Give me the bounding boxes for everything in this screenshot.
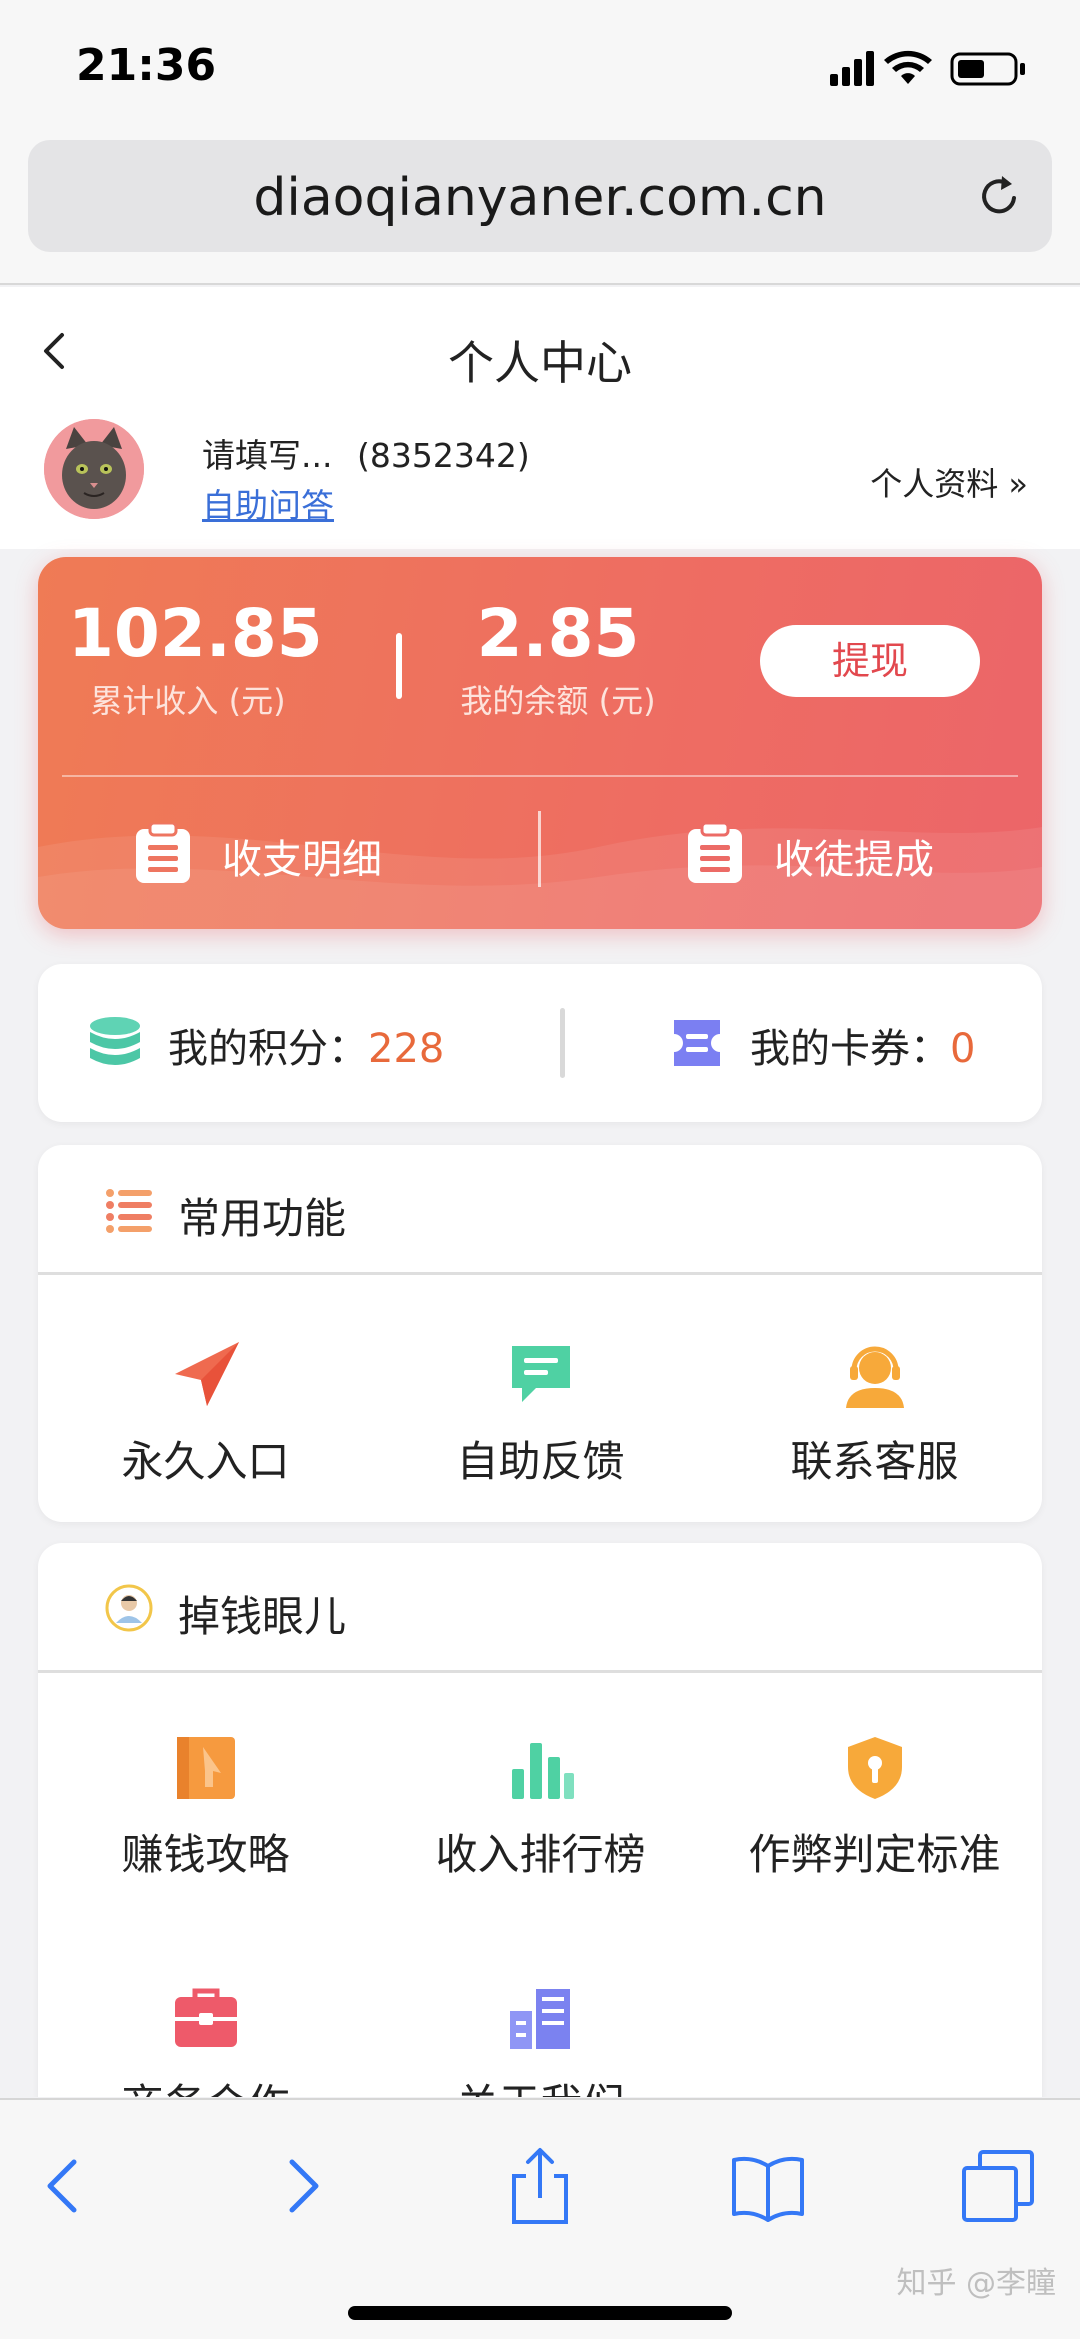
diaoqianyaner-section: 掉钱眼儿 赚钱攻略 收入排行榜 作弊判定标准 xyxy=(38,1543,1042,2097)
income-detail-label: 收支明细 xyxy=(222,837,382,883)
business-cooperation-item[interactable]: 商务合作 xyxy=(38,1983,373,2097)
browser-address-area: diaoqianyaner.com.cn xyxy=(0,130,1080,285)
balance-label: 我的余额 (元) xyxy=(460,682,656,720)
home-indicator xyxy=(348,2306,732,2320)
section-title: 掉钱眼儿 xyxy=(178,1592,347,1641)
send-icon xyxy=(174,1342,239,1406)
book-icon xyxy=(176,1737,235,1799)
item-label: 收入排行榜 xyxy=(435,1830,646,1879)
share-icon[interactable] xyxy=(500,2146,580,2226)
income-detail-link[interactable]: 收支明细 xyxy=(134,819,434,889)
clipboard-icon xyxy=(136,823,190,883)
item-label: 联系客服 xyxy=(790,1437,959,1486)
battery-icon xyxy=(950,52,1025,86)
profile-row: 请填写... (8352342) 自助问答 个人资料 » xyxy=(0,419,1080,549)
help-link[interactable]: 自助问答 xyxy=(202,479,334,527)
nickname-line: 请填写... (8352342) xyxy=(202,429,530,477)
earning-guide-item[interactable]: 赚钱攻略 xyxy=(38,1733,373,1882)
balance-value: 2.85 xyxy=(476,595,640,672)
coupons-label: 我的卡券： xyxy=(750,1026,950,1072)
total-income-value: 102.85 xyxy=(68,595,323,672)
section-header: 掉钱眼儿 xyxy=(38,1543,1042,1673)
feedback-item[interactable]: 自助反馈 xyxy=(373,1340,708,1489)
status-bar: 21:36 xyxy=(0,0,1080,130)
points-label: 我的积分： xyxy=(168,1026,368,1072)
page-navbar: 个人中心 xyxy=(0,287,1080,419)
avatar[interactable] xyxy=(44,419,144,519)
coupons-value: 0 xyxy=(950,1026,976,1072)
message-icon xyxy=(511,1346,570,1402)
item-label: 赚钱攻略 xyxy=(121,1830,290,1879)
item-label: 自助反馈 xyxy=(456,1437,625,1486)
item-label: 永久入口 xyxy=(121,1437,290,1486)
points-value: 228 xyxy=(368,1026,445,1072)
apprentice-commission-label: 收徒提成 xyxy=(774,837,934,883)
apprentice-commission-link[interactable]: 收徒提成 xyxy=(686,819,986,889)
bar-chart-icon xyxy=(511,1743,574,1799)
withdraw-button[interactable]: 提现 xyxy=(760,625,980,697)
points-card: 我的积分：228 我的卡券：0 xyxy=(38,964,1042,1122)
signal-icon xyxy=(830,51,874,86)
page-content: 个人中心 请填写... (8352342) 自助问答 个人资料 » 102.85… xyxy=(0,287,1080,2097)
status-time: 21:36 xyxy=(76,40,217,91)
divider xyxy=(560,1008,565,1078)
income-ranking-item[interactable]: 收入排行榜 xyxy=(373,1733,708,1882)
item-label: 商务合作 xyxy=(38,2071,373,2097)
nickname: 请填写... xyxy=(202,436,333,475)
back-icon[interactable] xyxy=(24,2146,104,2226)
customer-service-item[interactable]: 联系客服 xyxy=(707,1340,1042,1489)
tabs-icon[interactable] xyxy=(958,2146,1038,2226)
wifi-icon xyxy=(884,50,932,84)
status-icons xyxy=(830,50,1025,86)
cheating-standard-item[interactable]: 作弊判定标准 xyxy=(707,1733,1042,1882)
list-icon xyxy=(106,1189,152,1233)
balance: 2.85 我的余额 (元) xyxy=(438,595,678,722)
item-label: 作弊判定标准 xyxy=(748,1830,1001,1879)
divider xyxy=(62,775,1018,777)
browser-toolbar xyxy=(0,2098,1080,2339)
shield-icon xyxy=(847,1737,902,1799)
clipboard-icon xyxy=(688,823,742,883)
briefcase-icon xyxy=(174,1988,237,2047)
coupons-stat[interactable]: 我的卡券：0 xyxy=(750,1016,975,1074)
total-income-label: 累计收入 (元) xyxy=(90,682,286,720)
permanent-entry-item[interactable]: 永久入口 xyxy=(38,1340,373,1489)
item-label: 关于我们 xyxy=(373,2071,708,2097)
watermark: 知乎 @李瞳 xyxy=(896,2266,1056,2301)
reload-icon[interactable] xyxy=(976,172,1024,220)
page-title: 个人中心 xyxy=(448,336,632,390)
url-text[interactable]: diaoqianyaner.com.cn xyxy=(28,168,1052,228)
coins-icon[interactable] xyxy=(88,1016,142,1072)
profile-details-link[interactable]: 个人资料 » xyxy=(870,459,1028,505)
forward-icon[interactable] xyxy=(262,2146,342,2226)
brand-logo-icon xyxy=(105,1584,153,1632)
about-us-item[interactable]: 关于我们 xyxy=(373,1983,708,2097)
common-functions-section: 常用功能 永久入口 自助反馈 联系客服 xyxy=(38,1145,1042,1522)
user-id: (8352342) xyxy=(356,436,530,475)
income-card: 102.85 累计收入 (元) 2.85 我的余额 (元) 提现 收支明细 收徒… xyxy=(38,557,1042,929)
divider xyxy=(396,633,402,699)
points-stat[interactable]: 我的积分：228 xyxy=(168,1016,444,1074)
divider xyxy=(538,811,541,887)
bookmarks-icon[interactable] xyxy=(728,2146,808,2226)
customer-service-icon xyxy=(845,1346,904,1408)
section-header: 常用功能 xyxy=(38,1145,1042,1275)
section-title: 常用功能 xyxy=(178,1194,347,1243)
total-income: 102.85 累计收入 (元) xyxy=(68,595,323,722)
building-icon xyxy=(509,1989,570,2049)
cat-avatar-icon xyxy=(44,419,144,519)
ticket-icon[interactable] xyxy=(670,1016,724,1070)
address-bar[interactable]: diaoqianyaner.com.cn xyxy=(28,140,1052,252)
